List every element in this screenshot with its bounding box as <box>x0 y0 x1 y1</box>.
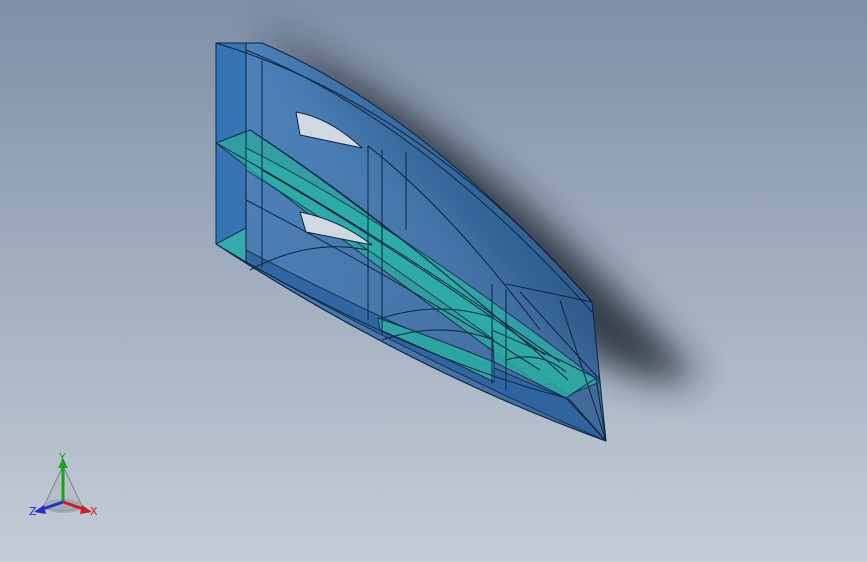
coordinate-triad[interactable]: Y X Z <box>22 446 108 526</box>
z-axis-label: Z <box>29 505 37 518</box>
x-axis-label: X <box>90 505 98 518</box>
y-axis-label: Y <box>59 451 66 464</box>
graphics-viewport[interactable]: Y X Z <box>0 0 867 562</box>
model-scene[interactable] <box>0 0 867 562</box>
